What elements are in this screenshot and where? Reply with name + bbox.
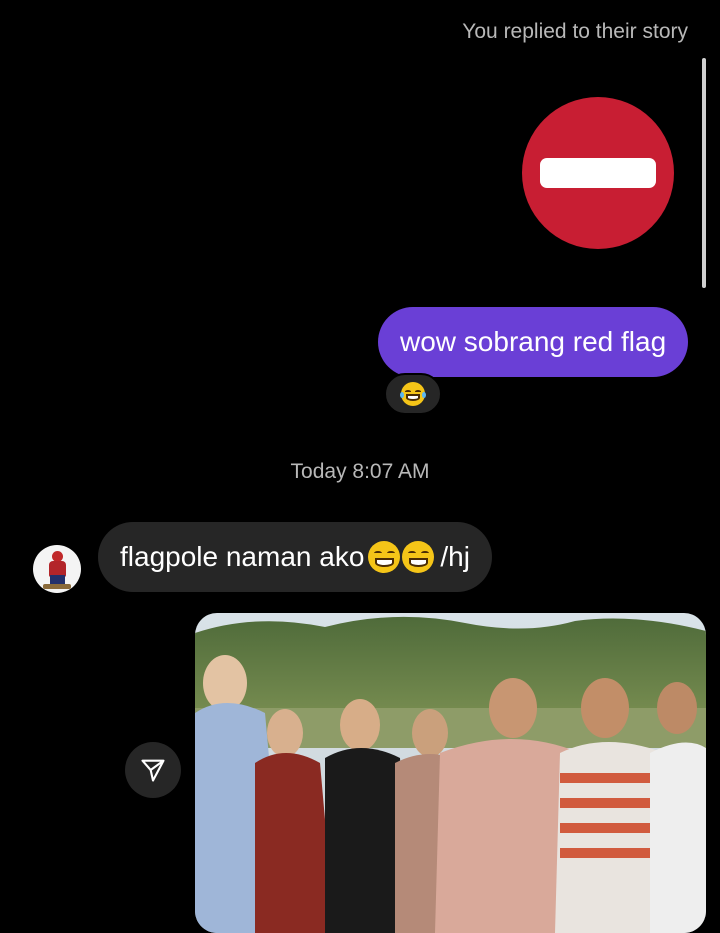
- beaming-face-emoji-icon: [368, 541, 401, 573]
- share-icon: [141, 759, 165, 782]
- story-reply-caption: You replied to their story: [462, 20, 688, 43]
- share-button[interactable]: [125, 742, 181, 798]
- sent-message-bubble[interactable]: wow sobrang red flag: [378, 307, 689, 377]
- story-preview-no-entry-icon[interactable]: [522, 97, 674, 249]
- shared-photo-image: [195, 613, 706, 933]
- shared-photo[interactable]: [195, 613, 706, 933]
- sender-avatar[interactable]: [33, 545, 81, 593]
- tears-of-joy-emoji-icon: [400, 382, 426, 406]
- message-reaction[interactable]: [384, 373, 442, 415]
- received-message-suffix: /hj: [440, 541, 470, 572]
- sent-message-text: wow sobrang red flag: [400, 326, 667, 357]
- received-message-text: flagpole naman ako: [120, 541, 365, 572]
- scrollbar[interactable]: [702, 58, 706, 288]
- no-entry-bar: [540, 158, 656, 188]
- message-timestamp: Today 8:07 AM: [290, 460, 430, 483]
- beaming-face-emoji-icon: [402, 541, 435, 573]
- received-message-bubble[interactable]: flagpole naman ako /hj: [98, 522, 492, 592]
